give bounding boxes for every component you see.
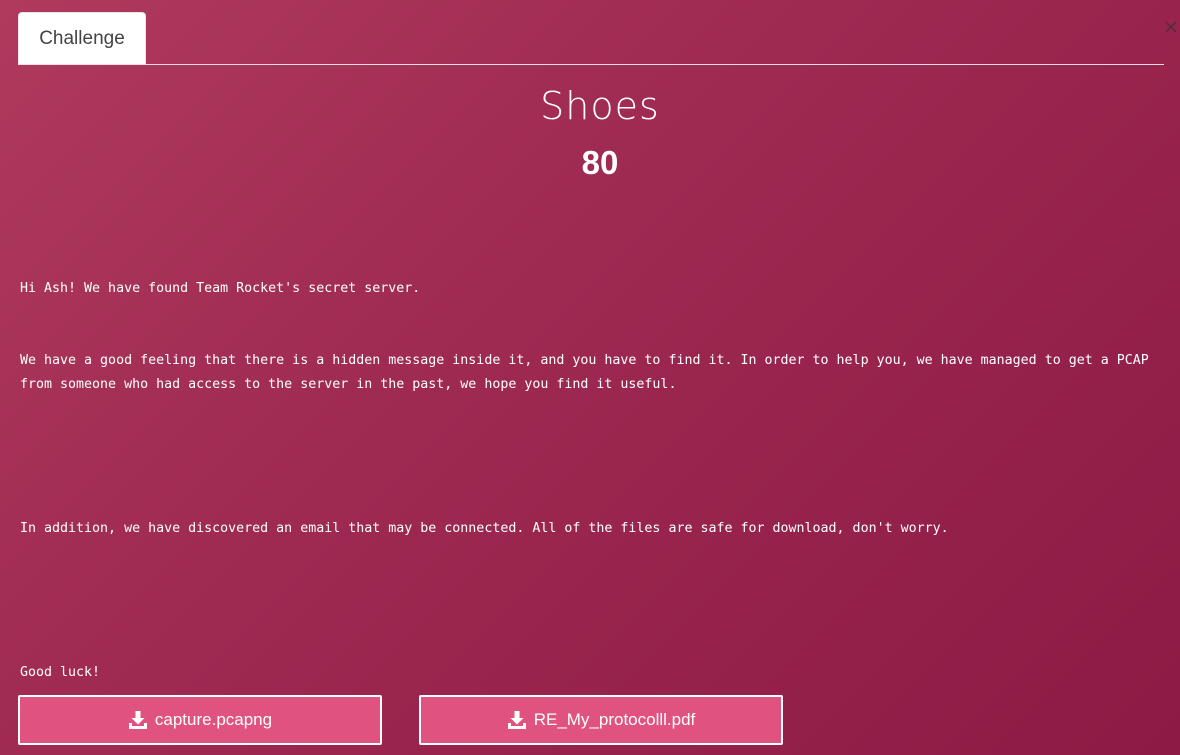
close-icon[interactable]: × [1164, 16, 1180, 40]
description-line: Hi Ash! We have found Team Rocket's secr… [20, 281, 421, 296]
download-icon [128, 711, 147, 729]
description-line: We have a good feeling that there is a h… [20, 353, 1157, 392]
download-label: RE_My_protocolll.pdf [533, 710, 696, 729]
tab-bar: Challenge [18, 12, 1164, 65]
tab-challenge[interactable]: Challenge [18, 12, 146, 64]
download-icon [507, 711, 526, 729]
download-capture-button[interactable]: capture.pcapng [18, 695, 382, 745]
challenge-points: 80 [581, 144, 619, 181]
challenge-title: Shoes [540, 84, 660, 128]
download-label: capture.pcapng [154, 710, 273, 729]
challenge-description: Hi Ash! We have found Team Rocket's secr… [20, 229, 1170, 709]
description-line: In addition, we have discovered an email… [20, 521, 949, 536]
description-line: Good luck! [20, 665, 101, 680]
download-pdf-button[interactable]: RE_My_protocolll.pdf [419, 695, 783, 745]
